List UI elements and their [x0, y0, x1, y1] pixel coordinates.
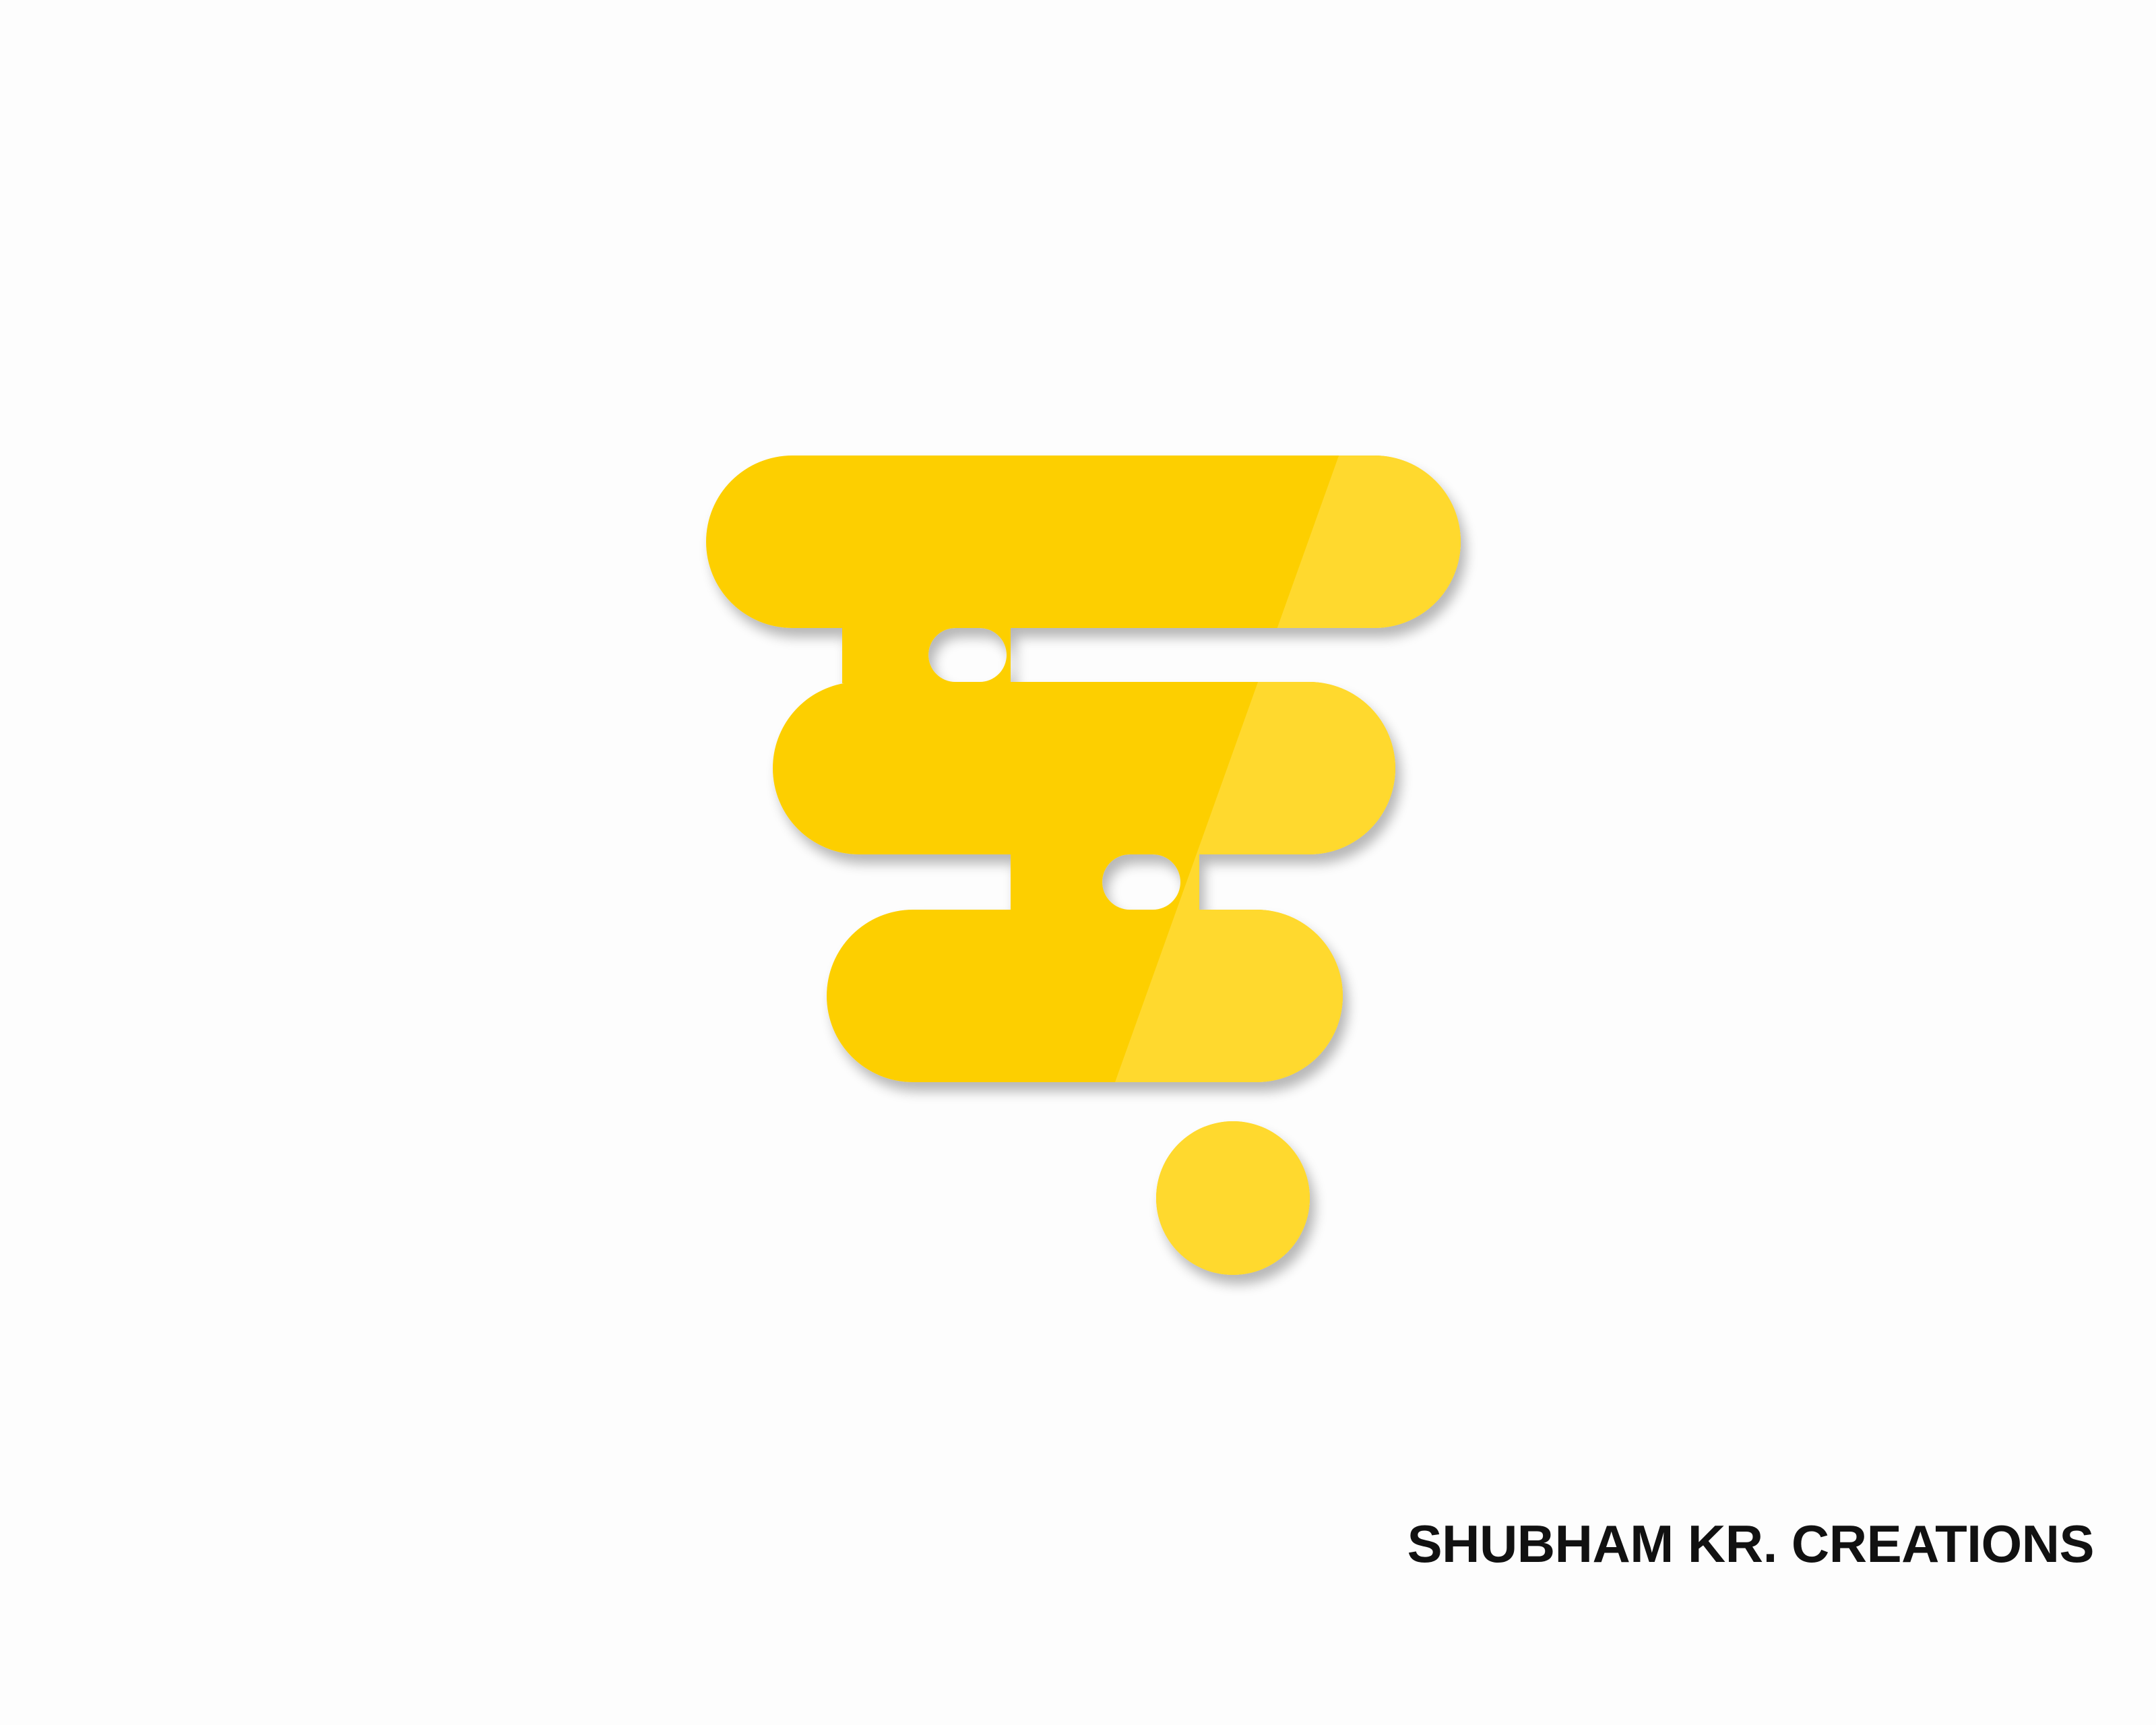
- artboard: SHUBHAM KR. CREATIONS: [0, 0, 2156, 1725]
- brand-credit-text: SHUBHAM KR. CREATIONS: [1407, 1514, 2095, 1573]
- stacked-pills-logo-icon: [706, 456, 1461, 1275]
- logo-body: [706, 456, 1461, 1275]
